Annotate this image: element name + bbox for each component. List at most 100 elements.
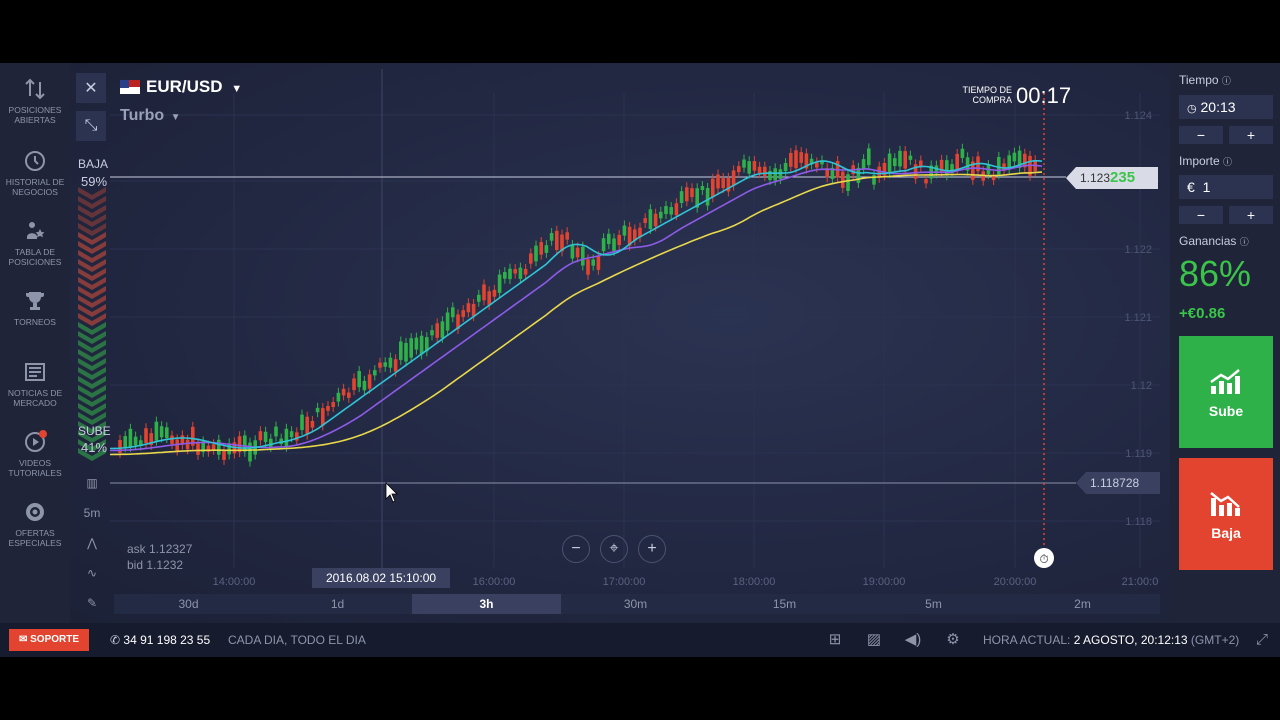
- candle-body: [331, 402, 335, 408]
- chart-settings-icon[interactable]: ▨: [865, 631, 883, 649]
- time-minus-button[interactable]: −: [1179, 126, 1223, 144]
- indicators-button[interactable]: ⋀: [76, 528, 108, 558]
- candle-body: [997, 156, 1001, 175]
- candle-body: [960, 148, 965, 158]
- amount-label-text: Importe: [1179, 154, 1220, 168]
- period-30m[interactable]: 30m: [561, 594, 710, 614]
- sidebar-item-news[interactable]: NOTICIAS DE MERCADO: [0, 360, 70, 408]
- phone-icon: ✆: [110, 633, 121, 647]
- asset-name: EUR/USD: [146, 77, 223, 96]
- sidebar-item-videos[interactable]: VIDEOS TUTORIALES: [0, 430, 70, 478]
- candle-body: [846, 174, 850, 192]
- moving-average-mid: [109, 164, 1043, 452]
- call-button[interactable]: Sube: [1179, 336, 1273, 448]
- period-5m[interactable]: 5m: [859, 594, 1008, 614]
- sidebar-item-open-positions[interactable]: POSICIONES ABIERTAS: [0, 77, 70, 125]
- close-icon: ✕: [84, 80, 98, 97]
- trading-window: POSICIONES ABIERTAS HISTORIAL DE NEGOCIO…: [0, 63, 1280, 657]
- payout-percent: 86%: [1179, 253, 1252, 294]
- time-field[interactable]: ◷ 20:13: [1179, 95, 1273, 119]
- candle-body: [435, 323, 439, 338]
- period-1d[interactable]: 1d: [263, 594, 412, 614]
- clock-value: 2 AGOSTO, 20:12:13: [1073, 633, 1188, 647]
- candle-body: [263, 431, 268, 443]
- chart-side-tools: ▥ 5m ⋀ ∿ ✎: [76, 468, 108, 618]
- cursor-date: 2016.08.02 15:10:00: [312, 568, 450, 588]
- collapse-chart-button[interactable]: ⤡: [76, 111, 106, 141]
- chart-toolbar: ✕ ⤡: [76, 73, 108, 149]
- candle-body: [861, 159, 866, 170]
- candle-body: [773, 168, 777, 181]
- moving-average-fast: [109, 160, 1043, 450]
- info-icon: ⓘ: [1223, 157, 1233, 167]
- candle-body: [165, 427, 169, 439]
- candle-body: [549, 233, 554, 241]
- candle-body: [310, 420, 315, 428]
- candle-body: [903, 151, 907, 169]
- candle-body: [659, 211, 663, 219]
- status-bar: ✉ SOPORTE ✆ 34 91 198 23 55 CADA DIA, TO…: [0, 623, 1280, 657]
- candle-body: [123, 436, 127, 448]
- candle-body: [653, 213, 658, 227]
- candles-icon: ▥: [86, 476, 98, 490]
- candle-body: [643, 218, 647, 223]
- sound-icon[interactable]: ◀︎): [904, 631, 922, 649]
- candle-body: [690, 188, 694, 198]
- recenter-button[interactable]: ⌖: [600, 535, 628, 563]
- zoom-in-button[interactable]: +: [638, 535, 666, 563]
- draw-button[interactable]: ✎: [76, 588, 108, 618]
- candle-body: [341, 388, 346, 396]
- candle-body: [991, 176, 996, 181]
- candle-body: [711, 178, 715, 198]
- candle-body: [300, 414, 304, 430]
- candle-body: [487, 291, 491, 305]
- support-button[interactable]: ✉ SOPORTE: [9, 629, 89, 651]
- candle-body: [217, 439, 221, 455]
- period-30d[interactable]: 30d: [114, 594, 263, 614]
- put-button[interactable]: Baja: [1179, 458, 1273, 570]
- candle-body: [269, 438, 273, 447]
- asset-selector[interactable]: EUR/USD ▼: [120, 77, 242, 97]
- candle-body: [367, 374, 372, 389]
- info-icon: ⓘ: [1239, 237, 1249, 247]
- phone-number: 34 91 198 23 55: [123, 633, 211, 647]
- support-label: SOPORTE: [30, 634, 80, 645]
- candle-body: [393, 359, 398, 372]
- sidebar-item-tournaments[interactable]: TORNEOS: [0, 289, 70, 327]
- chart-area[interactable]: 1.124 1.123 1.122 1.121 1.12 1.119 1.118 14:00:…: [70, 63, 1170, 623]
- sidebar-item-offers[interactable]: OFERTAS ESPECIALES: [0, 500, 70, 548]
- candle-body: [570, 245, 575, 259]
- candle-body: [388, 357, 393, 368]
- time-plus-button[interactable]: +: [1229, 126, 1273, 144]
- purchase-timer: 00:17: [1016, 83, 1072, 108]
- period-3h[interactable]: 3h: [412, 594, 561, 614]
- chart-type-button[interactable]: ▥: [76, 468, 108, 498]
- amount-plus-button[interactable]: +: [1229, 206, 1273, 224]
- overlay-button[interactable]: ∿: [76, 558, 108, 588]
- y-tick-label: 1.118: [1125, 516, 1152, 528]
- interval-button[interactable]: 5m: [76, 498, 108, 528]
- amount-minus-button[interactable]: −: [1179, 206, 1223, 224]
- candle-body: [471, 303, 476, 317]
- sidebar-item-leaderboard[interactable]: TABLA DE POSICIONES: [0, 219, 70, 267]
- candle-body: [731, 170, 736, 186]
- candle-body: [222, 450, 226, 460]
- sidebar-item-history[interactable]: HISTORIAL DE NEGOCIOS: [0, 149, 70, 197]
- current-price-prefix: 1.123: [1080, 171, 1111, 185]
- candle-body: [669, 207, 673, 215]
- fullscreen-icon[interactable]: ⤢: [1253, 631, 1271, 649]
- period-15m[interactable]: 15m: [710, 594, 859, 614]
- amount-label: Importe ⓘ: [1179, 154, 1232, 168]
- candle-body: [601, 238, 606, 252]
- zoom-out-button[interactable]: −: [562, 535, 590, 563]
- sidebar-item-label: TORNEOS: [14, 317, 56, 327]
- layout-icon[interactable]: ⊞: [826, 631, 844, 649]
- close-chart-button[interactable]: ✕: [76, 73, 106, 103]
- x-tick-label: 16:00:00: [473, 576, 516, 588]
- leaderboard-icon: [27, 222, 45, 239]
- gear-icon[interactable]: ⚙: [944, 631, 962, 649]
- mode-selector[interactable]: Turbo ▼: [120, 107, 181, 125]
- amount-field[interactable]: € 1: [1179, 175, 1273, 199]
- candle-body: [534, 245, 538, 262]
- period-2m[interactable]: 2m: [1008, 594, 1157, 614]
